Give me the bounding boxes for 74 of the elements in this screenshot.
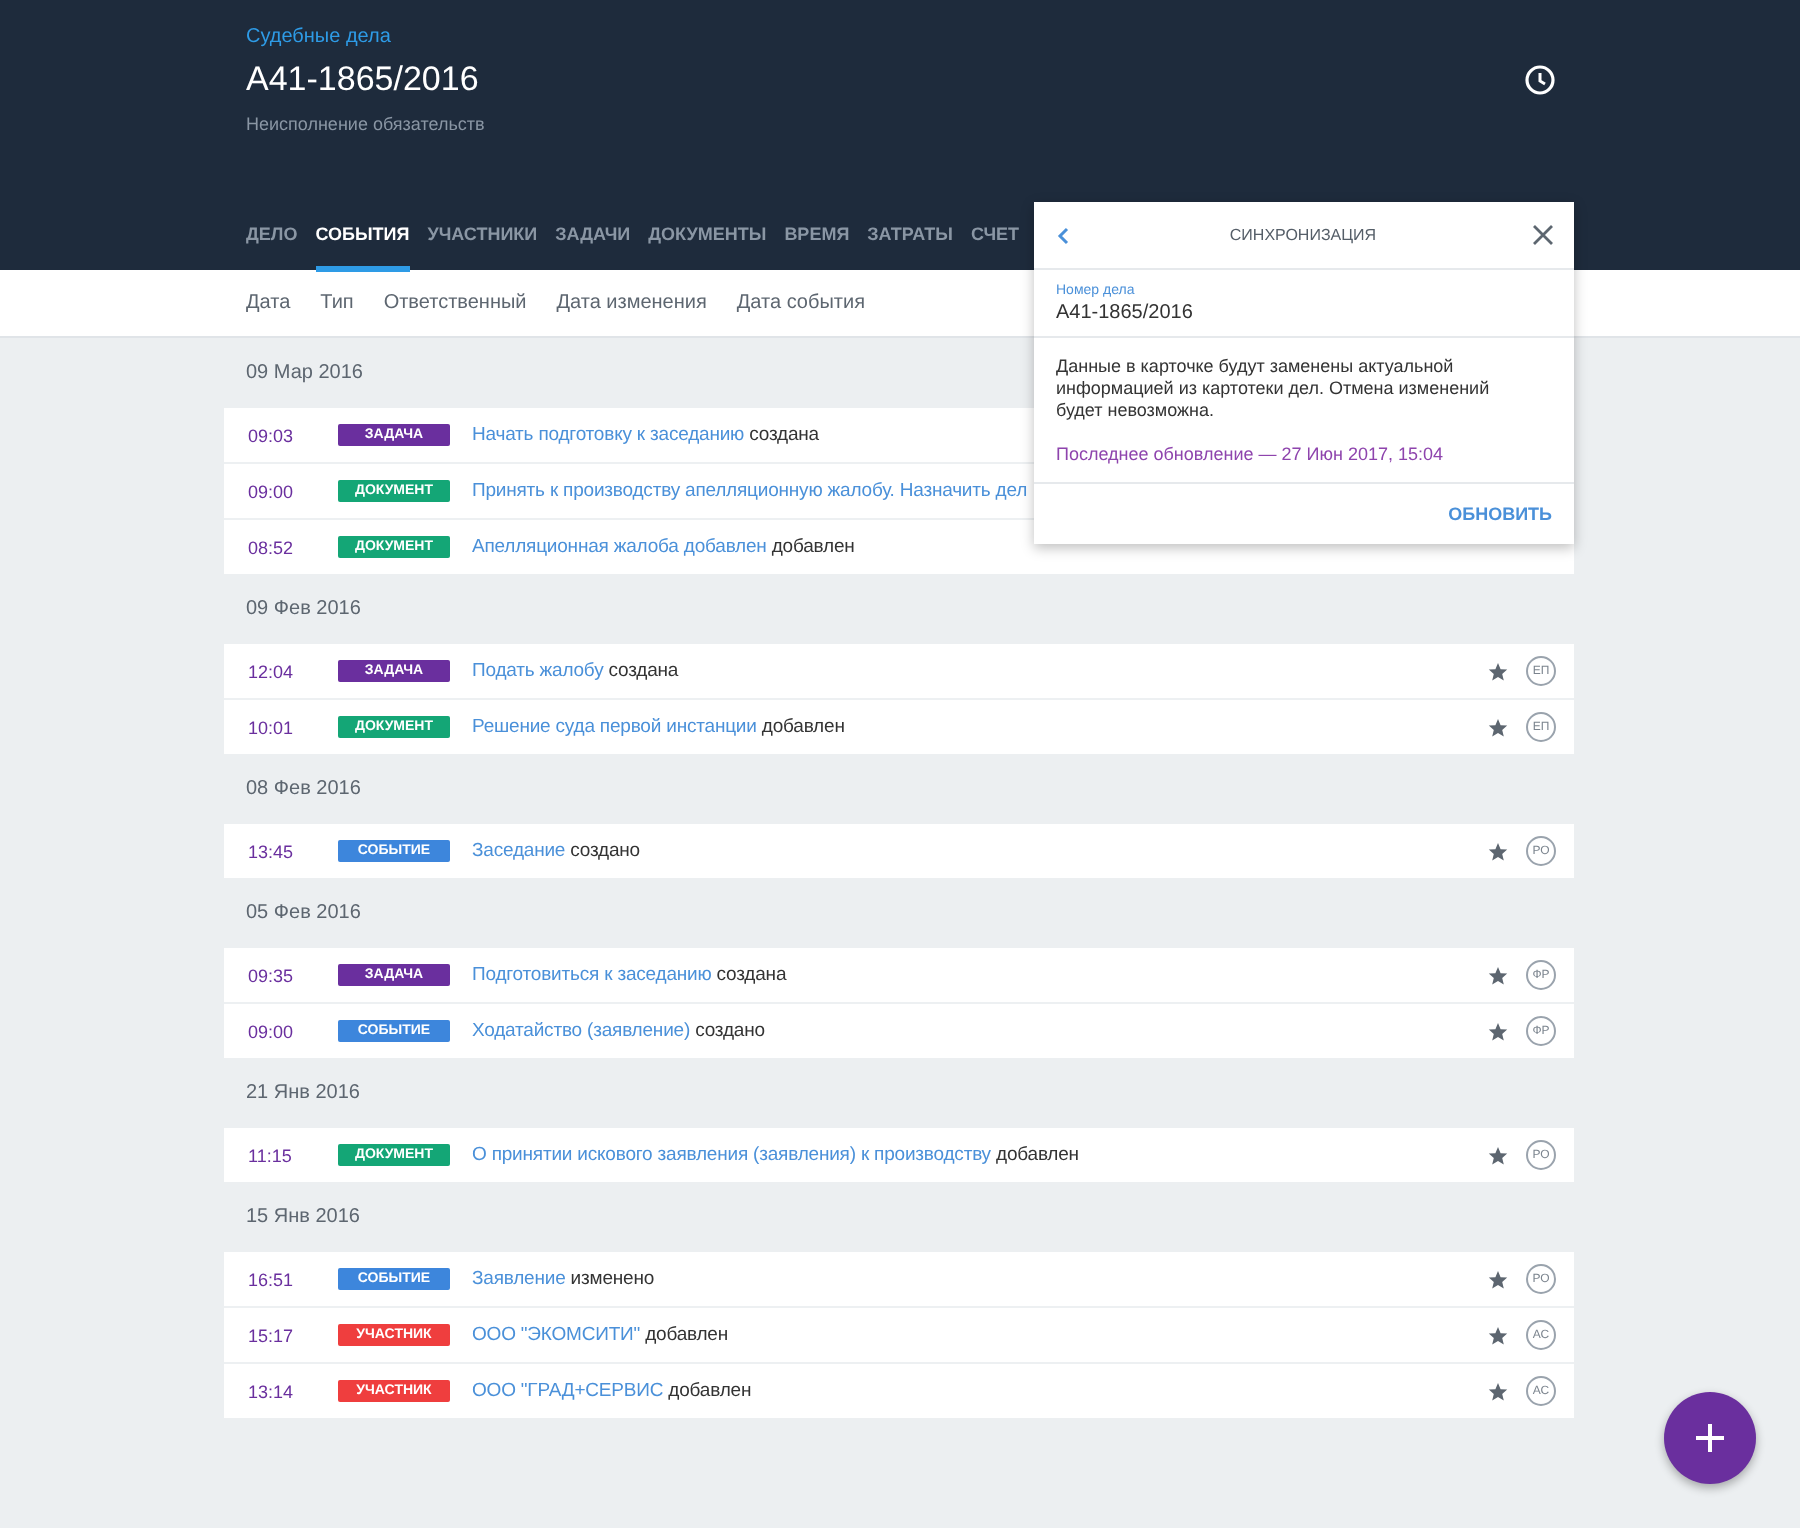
plus-icon [1696, 1424, 1724, 1452]
event-time: 15:17 [248, 1325, 296, 1345]
star-icon[interactable] [1488, 1021, 1508, 1041]
event-description: ООО "ГРАД+СЕРВИС добавлен [472, 1380, 754, 1402]
sort-option[interactable]: Дата события [736, 292, 865, 314]
date-header: 09 Мар 2016 [244, 360, 365, 388]
case-title: А41-1865/2016 [246, 60, 479, 100]
event-link[interactable]: Ходатайство (заявление) [472, 1020, 691, 1042]
event-link[interactable]: Решение суда первой инстанции [472, 716, 757, 738]
add-button[interactable] [1664, 1392, 1756, 1484]
popup-title: СИНХРОНИЗАЦИЯ [1227, 226, 1379, 244]
back-icon[interactable] [1054, 225, 1074, 245]
date-header: 08 Фев 2016 [244, 776, 363, 804]
star-icon[interactable] [1488, 1145, 1508, 1165]
event-time: 09:35 [248, 965, 296, 985]
breadcrumb-link[interactable]: Судебные дела [246, 26, 391, 48]
event-link[interactable]: Апелляционная жалоба добавлен [472, 536, 767, 558]
star-icon[interactable] [1488, 841, 1508, 861]
event-time: 13:14 [248, 1381, 296, 1401]
case-subtitle: Неисполнение обязательств [246, 114, 485, 134]
tab[interactable]: ЗАТРАТЫ [867, 218, 953, 272]
event-time: 12:04 [248, 661, 296, 681]
event-link[interactable]: Заявление [472, 1268, 566, 1290]
event-time: 09:03 [248, 425, 296, 445]
event-description: ООО "ЭКОМСИТИ" добавлен [472, 1324, 731, 1346]
tab[interactable]: ДЕЛО [246, 218, 298, 272]
event-link[interactable]: Подготовиться к заседанию [472, 964, 712, 986]
sync-message: Данные в карточке будут заменены актуальной информацией из картотеки дел. Отмена изменений будет невозможна. [1054, 354, 1492, 422]
event-link[interactable]: ООО "ГРАД+СЕРВИС [472, 1380, 664, 1402]
sort-option[interactable]: Ответственный [383, 292, 527, 314]
event-description: Заседание создано [472, 840, 642, 862]
update-button[interactable]: ОБНОВИТЬ [1448, 504, 1552, 524]
event-link[interactable]: Заседание [472, 840, 566, 862]
event-description: Подать жалобу создана [472, 660, 681, 682]
event-description: Подготовиться к заседанию создана [472, 964, 789, 986]
event-time: 13:45 [248, 841, 296, 861]
star-icon[interactable] [1488, 661, 1508, 681]
event-time: 09:00 [248, 1021, 296, 1041]
sort-option[interactable]: Тип [320, 292, 354, 314]
event-time: 10:01 [248, 717, 296, 737]
event-time: 09:00 [248, 481, 296, 501]
star-icon[interactable] [1488, 1381, 1508, 1401]
date-header: 05 Фев 2016 [244, 900, 363, 928]
last-update-text: Последнее обновление — 27 Июн 2017, 15:04 [1034, 422, 1574, 484]
event-time: 11:15 [248, 1145, 294, 1165]
event-link[interactable]: Принять к производству апелляционную жалобу. Назначить дел [472, 480, 1028, 502]
event-link[interactable]: Подать жалобу [472, 660, 604, 682]
tab[interactable]: ЗАДАЧИ [555, 218, 631, 272]
field-value: А41-1865/2016 [1056, 302, 1195, 324]
sort-option[interactable]: Дата [246, 292, 291, 314]
star-icon[interactable] [1488, 1269, 1508, 1289]
event-time: 08:52 [248, 537, 296, 557]
event-description: Решение суда первой инстанции добавлен [472, 716, 847, 738]
close-icon[interactable] [1532, 224, 1554, 246]
tab[interactable]: СЧЕТ [970, 218, 1020, 272]
star-icon[interactable] [1488, 1325, 1508, 1345]
clock-icon[interactable] [1524, 64, 1556, 96]
event-description: Ходатайство (заявление) создано [472, 1020, 767, 1042]
event-description: Заявление изменено [472, 1268, 657, 1290]
tab[interactable]: УЧАСТНИКИ [427, 218, 538, 272]
event-description: О принятии искового заявления (заявления) к производству добавлен [472, 1144, 1081, 1166]
event-link[interactable]: ООО "ЭКОМСИТИ" [472, 1324, 641, 1346]
event-link[interactable]: О принятии искового заявления (заявления) к производству [472, 1144, 991, 1166]
star-icon[interactable] [1488, 717, 1508, 737]
sort-option[interactable]: Дата изменения [556, 292, 707, 314]
star-icon[interactable] [1488, 965, 1508, 985]
date-header: 09 Фев 2016 [244, 596, 363, 624]
event-description: Апелляционная жалоба добавлен добавлен [472, 536, 857, 558]
date-header: 15 Янв 2016 [244, 1204, 362, 1232]
event-time: 16:51 [248, 1269, 296, 1289]
tab[interactable]: ВРЕМЯ [784, 218, 850, 272]
date-header: 21 Янв 2016 [244, 1080, 362, 1108]
tab[interactable]: ДОКУМЕНТЫ [648, 218, 767, 272]
event-link[interactable]: Начать подготовку к заседанию [472, 424, 745, 446]
